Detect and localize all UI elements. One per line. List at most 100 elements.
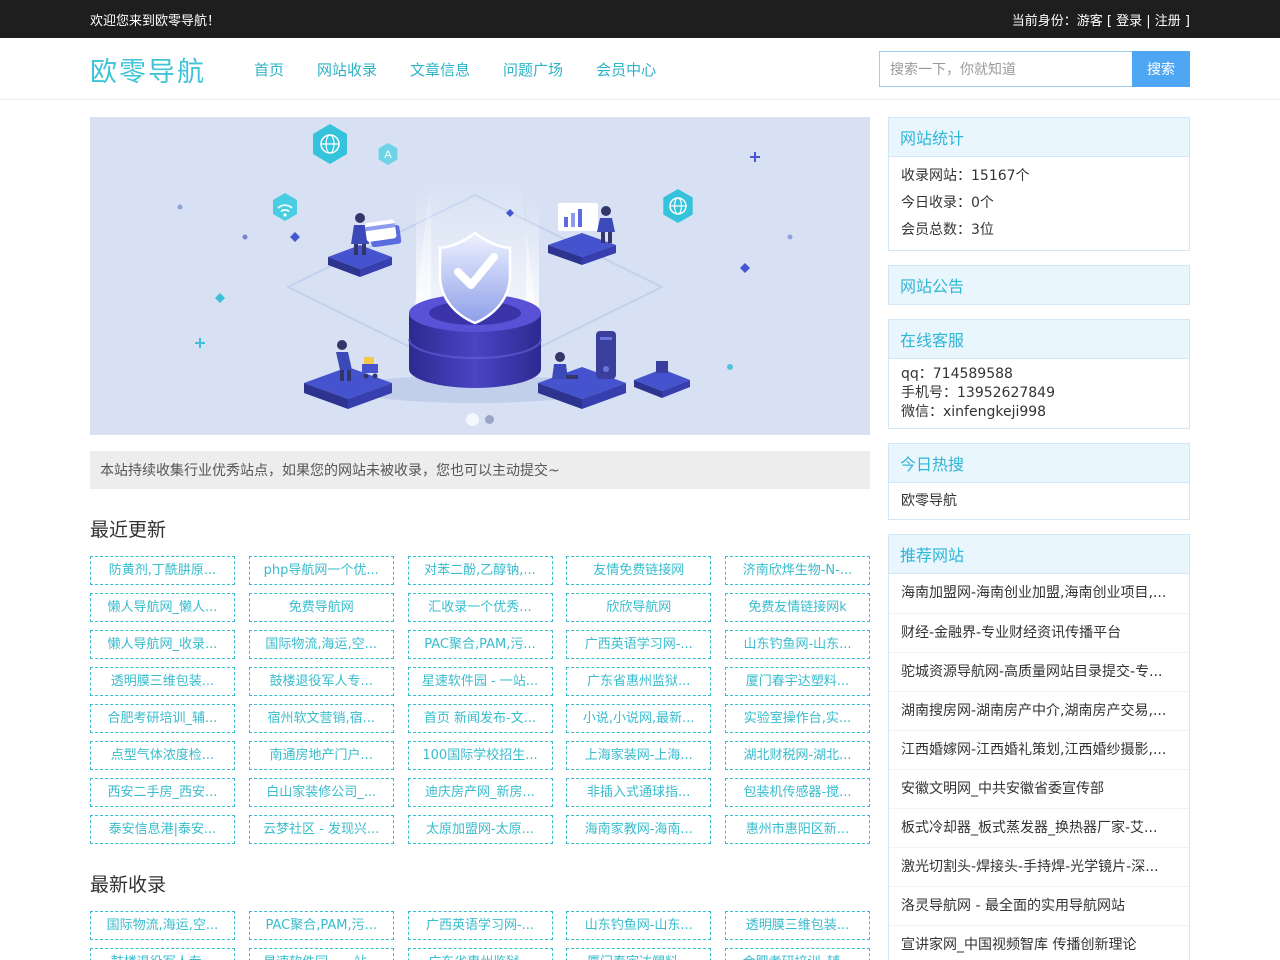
site-link[interactable]: 白山家装修公司_... (249, 778, 394, 807)
site-link[interactable]: 首页 新闻发布-文... (408, 704, 553, 733)
site-link[interactable]: 小说,小说网,最新... (566, 704, 711, 733)
search-button[interactable]: 搜索 (1132, 51, 1190, 87)
recommend-item[interactable]: 海南加盟网-海南创业加盟,海南创业项目,... (889, 574, 1189, 613)
nav-item-home[interactable]: 首页 (254, 59, 284, 80)
site-link[interactable]: 南通房地产门户... (249, 741, 394, 770)
main-nav: 首页 网站收录 文章信息 问题广场 会员中心 (254, 59, 656, 80)
recent-updates-title: 最近更新 (90, 515, 870, 542)
identity-bracket: ] (1181, 14, 1190, 29)
site-link[interactable]: 免费导航网 (249, 593, 394, 622)
site-link[interactable]: 济南欣烨生物-N-... (725, 556, 870, 585)
site-link[interactable]: 广西英语学习网-... (566, 630, 711, 659)
site-link[interactable]: 包装机传感器-搅... (725, 778, 870, 807)
site-link[interactable]: 合肥考研培训_辅... (725, 948, 870, 960)
site-link[interactable]: 太原加盟网-太原... (408, 815, 553, 844)
carousel-dots (466, 413, 494, 426)
site-link[interactable]: 鼓楼退役军人专... (249, 667, 394, 696)
site-link[interactable]: 免费友情链接网k (725, 593, 870, 622)
stats-box: 网站统计 收录网站：15167个 今日收录：0个 会员总数：3位 (888, 117, 1190, 251)
hero-banner: A (90, 117, 870, 435)
recommend-item[interactable]: 驼城资源导航网-高质量网站目录提交-专... (889, 652, 1189, 691)
site-link[interactable]: 合肥考研培训_辅... (90, 704, 235, 733)
site-link[interactable]: 100国际学校招生... (408, 741, 553, 770)
recent-updates-grid: 防黄剂,丁酰肼原... php导航网一个优... 对苯二酚,乙醇钠,... 友情… (90, 556, 870, 844)
stats-row-members: 会员总数：3位 (901, 217, 1177, 244)
announcement-title: 网站公告 (889, 266, 1189, 304)
search-input[interactable] (879, 51, 1132, 87)
site-link[interactable]: 对苯二酚,乙醇钠,... (408, 556, 553, 585)
recommend-item[interactable]: 洛灵导航网 - 最全面的实用导航网站 (889, 886, 1189, 925)
svg-text:A: A (384, 149, 392, 161)
site-link[interactable]: 山东钓鱼网-山东... (566, 911, 711, 940)
site-link[interactable]: 非插入式通球指... (566, 778, 711, 807)
site-link[interactable]: 厦门春宇达塑料... (566, 948, 711, 960)
site-link[interactable]: 鼓楼退役军人专... (90, 948, 235, 960)
login-link[interactable]: 登录 (1116, 14, 1142, 29)
recommend-item[interactable]: 宣讲家网_中国视频智库 传播创新理论 (889, 925, 1189, 960)
recommend-list: 海南加盟网-海南创业加盟,海南创业项目,... 财经-金融界-专业财经资讯传播平… (889, 573, 1189, 960)
recommend-item[interactable]: 激光切割头-焊接头-手持焊-光学镜片-深... (889, 847, 1189, 886)
site-link[interactable]: 迪庆房产网_新房... (408, 778, 553, 807)
site-link[interactable]: 透明膜三维包装... (725, 911, 870, 940)
site-link[interactable]: 泰安信息港|泰安... (90, 815, 235, 844)
submit-notice: 本站持续收集行业优秀站点，如果您的网站未被收录，您也可以主动提交~ (90, 451, 870, 489)
hot-search-title: 今日热搜 (889, 444, 1189, 482)
nav-item-site-index[interactable]: 网站收录 (317, 59, 377, 80)
site-link[interactable]: 西安二手房_西安... (90, 778, 235, 807)
nav-item-qa[interactable]: 问题广场 (503, 59, 563, 80)
site-link[interactable]: 惠州市惠阳区新... (725, 815, 870, 844)
site-link[interactable]: 山东钓鱼网-山东... (725, 630, 870, 659)
site-link[interactable]: 广东省惠州监狱... (408, 948, 553, 960)
site-link[interactable]: 国际物流,海运,空... (90, 911, 235, 940)
site-link[interactable]: 懒人导航网_收录... (90, 630, 235, 659)
recommend-item[interactable]: 板式冷却器_板式蒸发器_换热器厂家-艾... (889, 808, 1189, 847)
nav-item-articles[interactable]: 文章信息 (410, 59, 470, 80)
site-link[interactable]: 上海家装网-上海... (566, 741, 711, 770)
nav-item-member[interactable]: 会员中心 (596, 59, 656, 80)
site-link[interactable]: 实验室操作台,实... (725, 704, 870, 733)
newest-included-title: 最新收录 (90, 870, 870, 897)
hot-search-box: 今日热搜 欧零导航 (888, 443, 1190, 520)
site-link[interactable]: 云梦社区 - 发现兴... (249, 815, 394, 844)
site-link[interactable]: php导航网一个优... (249, 556, 394, 585)
recommend-item[interactable]: 江西婚嫁网-江西婚礼策划,江西婚纱摄影,... (889, 730, 1189, 769)
stats-row-today: 今日收录：0个 (901, 190, 1177, 217)
site-link[interactable]: 防黄剂,丁酰肼原... (90, 556, 235, 585)
site-logo[interactable]: 欧零导航 (90, 50, 206, 89)
site-link[interactable]: 懒人导航网_懒人... (90, 593, 235, 622)
recommend-item[interactable]: 财经-金融界-专业财经资讯传播平台 (889, 613, 1189, 652)
site-link[interactable]: PAC聚合,PAM,污... (249, 911, 394, 940)
recommend-item[interactable]: 湖南搜房网-湖南房产中介,湖南房产交易,... (889, 691, 1189, 730)
site-link[interactable]: 宿州软文营销,宿... (249, 704, 394, 733)
announcement-box: 网站公告 (888, 265, 1190, 305)
site-link[interactable]: 透明膜三维包装... (90, 667, 235, 696)
site-link[interactable]: 欣欣导航网 (566, 593, 711, 622)
register-link[interactable]: 注册 (1155, 14, 1181, 29)
service-phone: 手机号：13952627849 (901, 384, 1177, 403)
site-link[interactable]: 点型气体浓度检... (90, 741, 235, 770)
identity-bar: 当前身份：游客 [ 登录 | 注册 ] (1012, 10, 1190, 29)
site-link[interactable]: 星速软件园 - 一站... (249, 948, 394, 960)
identity-divider: | (1142, 14, 1155, 29)
customer-service-title: 在线客服 (889, 320, 1189, 358)
recommend-title: 推荐网站 (889, 535, 1189, 573)
site-link[interactable]: 湖北财税网-湖北... (725, 741, 870, 770)
site-link[interactable]: 广西英语学习网-... (408, 911, 553, 940)
recommend-item[interactable]: 安徽文明网_中共安徽省委宣传部 (889, 769, 1189, 808)
site-link[interactable]: 星速软件园 - 一站... (408, 667, 553, 696)
site-link[interactable]: 广东省惠州监狱... (566, 667, 711, 696)
service-qq: qq：714589588 (901, 365, 1177, 384)
site-link[interactable]: 汇收录一个优秀... (408, 593, 553, 622)
service-wechat: 微信：xinfengkeji998 (901, 403, 1177, 422)
topbar: 欢迎您来到欧零导航！ 当前身份：游客 [ 登录 | 注册 ] (0, 0, 1280, 38)
hero-illustration: A (90, 117, 870, 435)
carousel-dot[interactable] (485, 415, 494, 424)
site-link[interactable]: PAC聚合,PAM,污... (408, 630, 553, 659)
site-link[interactable]: 友情免费链接网 (566, 556, 711, 585)
site-link[interactable]: 国际物流,海运,空... (249, 630, 394, 659)
site-link[interactable]: 厦门春宇达塑料... (725, 667, 870, 696)
hot-search-item[interactable]: 欧零导航 (901, 489, 1177, 513)
customer-service-box: 在线客服 qq：714589588 手机号：13952627849 微信：xin… (888, 319, 1190, 429)
site-link[interactable]: 海南家教网-海南... (566, 815, 711, 844)
carousel-dot-active[interactable] (466, 413, 479, 426)
